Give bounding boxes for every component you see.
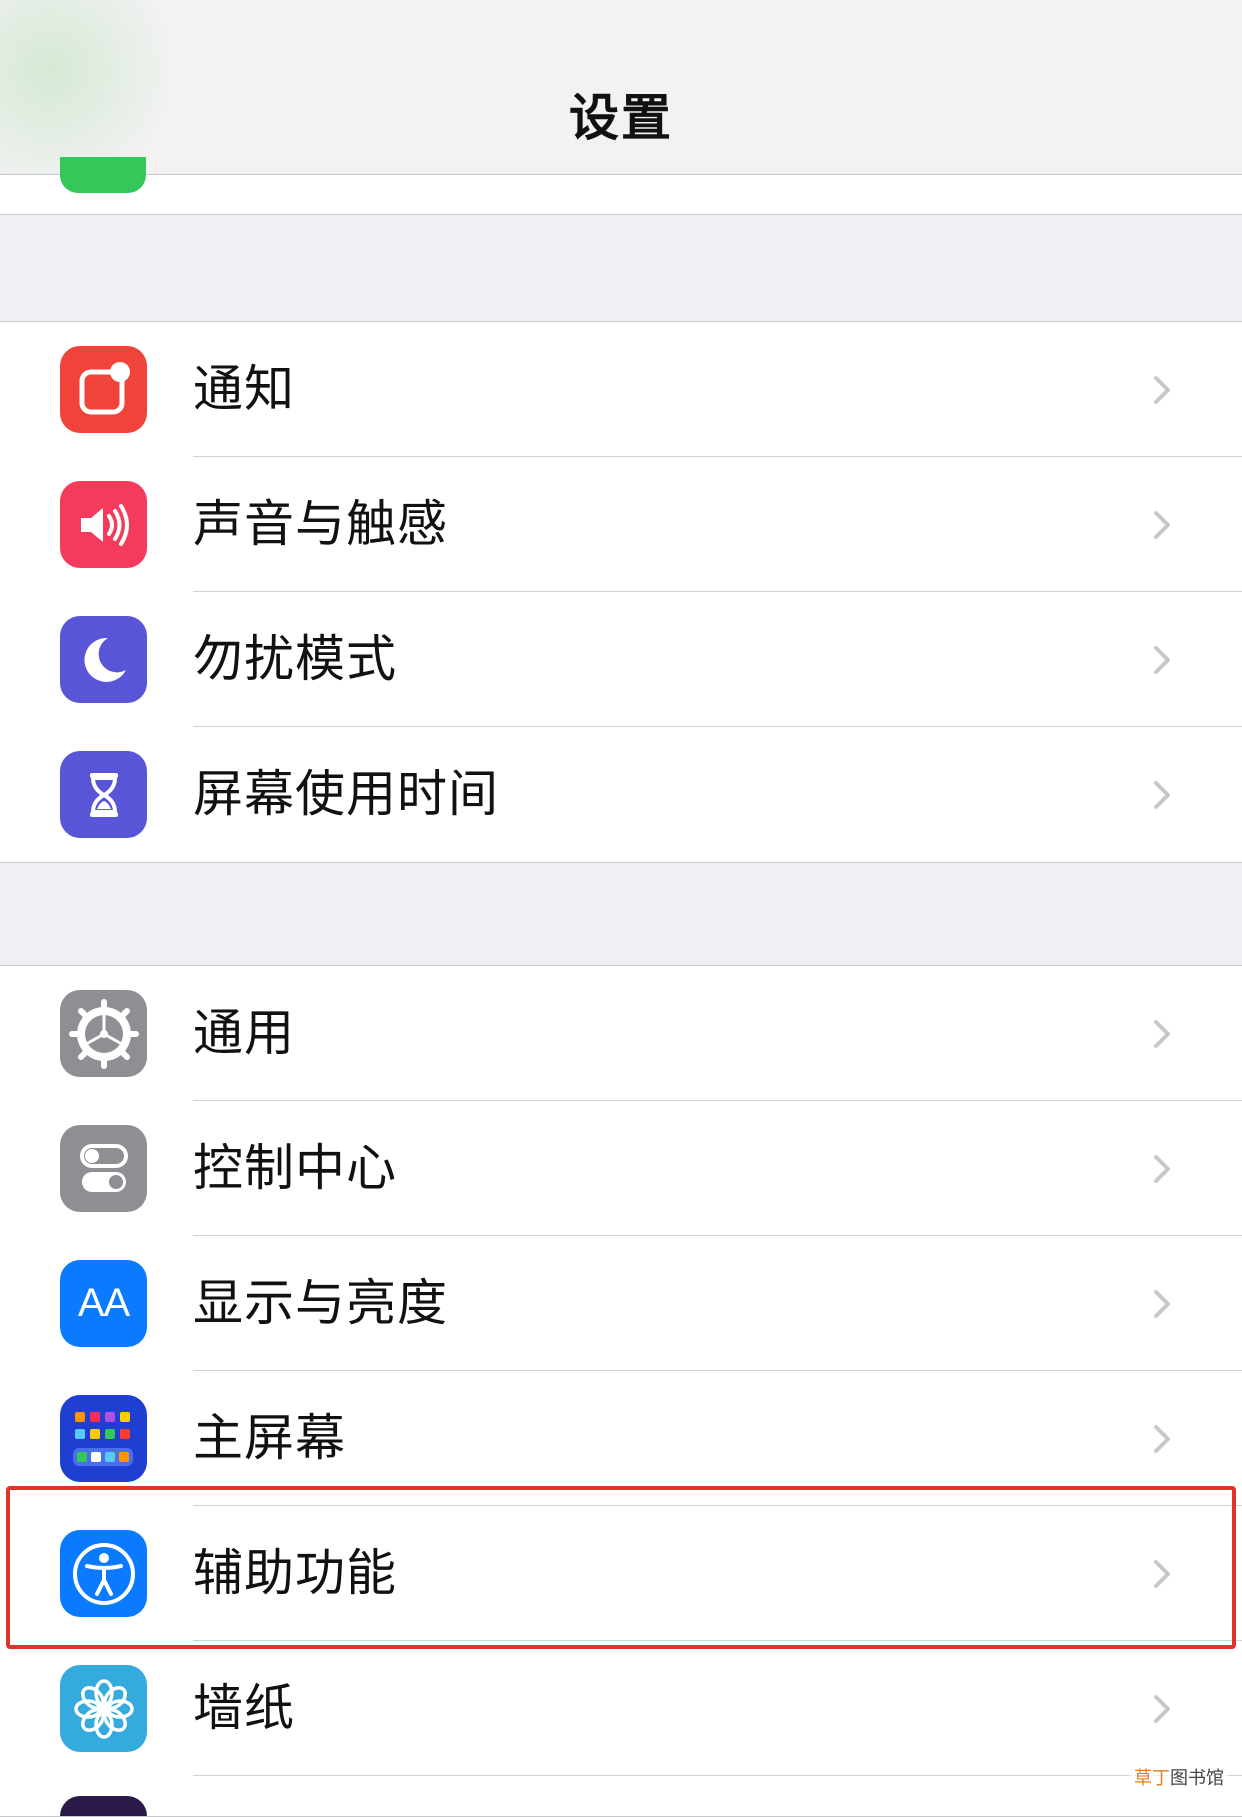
- text-size-icon: AA: [60, 1260, 147, 1347]
- settings-group-2: 通用 控制中心 AA 显示与亮度 主屏幕 辅助功能 墙纸: [0, 965, 1242, 1817]
- watermark: 草丁图书馆: [1130, 1762, 1228, 1792]
- partial-settings-row-bottom[interactable]: [0, 1776, 1242, 1816]
- settings-row-label: 主屏幕: [193, 1409, 346, 1467]
- hourglass-icon: [60, 751, 147, 838]
- toggles-icon: [60, 1125, 147, 1212]
- chevron-right-icon: [1154, 646, 1170, 674]
- settings-row-label: 勿扰模式: [193, 630, 397, 688]
- navigation-bar: 设置: [0, 0, 1242, 175]
- settings-row-label: 通知: [193, 360, 295, 418]
- chevron-right-icon: [1154, 1155, 1170, 1183]
- settings-row-label: 通用: [193, 1004, 295, 1062]
- text-size-glyph: AA: [77, 1281, 130, 1325]
- flower-icon: [60, 1665, 147, 1752]
- speaker-icon: [60, 481, 147, 568]
- page-title: 设置: [569, 89, 673, 147]
- partial-settings-row[interactable]: [0, 157, 1242, 215]
- chevron-right-icon: [1154, 781, 1170, 809]
- settings-row-screen-time[interactable]: 屏幕使用时间: [0, 727, 1242, 862]
- chevron-right-icon: [1154, 376, 1170, 404]
- settings-row-home-screen[interactable]: 主屏幕: [0, 1371, 1242, 1506]
- partial-app-icon-bottom: [60, 1796, 147, 1816]
- settings-row-notifications[interactable]: 通知: [0, 322, 1242, 457]
- notifications-icon: [60, 346, 147, 433]
- home-screen-grid-icon: [60, 1395, 147, 1482]
- settings-row-control-center[interactable]: 控制中心: [0, 1101, 1242, 1236]
- partial-app-icon: [60, 157, 146, 193]
- watermark-part-1: 草丁: [1134, 1768, 1170, 1789]
- settings-row-label: 墙纸: [193, 1679, 295, 1737]
- settings-group-1: 通知 声音与触感 勿扰模式 屏幕使用时间: [0, 321, 1242, 863]
- settings-row-display[interactable]: AA 显示与亮度: [0, 1236, 1242, 1371]
- chevron-right-icon: [1154, 511, 1170, 539]
- settings-row-do-not-disturb[interactable]: 勿扰模式: [0, 592, 1242, 727]
- gear-icon: [60, 990, 147, 1077]
- settings-row-wallpaper[interactable]: 墙纸: [0, 1641, 1242, 1776]
- settings-row-label: 控制中心: [193, 1139, 397, 1197]
- accessibility-icon: [60, 1530, 147, 1617]
- chevron-right-icon: [1154, 1560, 1170, 1588]
- chevron-right-icon: [1154, 1020, 1170, 1048]
- settings-row-general[interactable]: 通用: [0, 966, 1242, 1101]
- watermark-part-2: 图书馆: [1170, 1768, 1224, 1789]
- settings-row-label: 显示与亮度: [193, 1274, 448, 1332]
- settings-row-label: 辅助功能: [193, 1544, 397, 1602]
- chevron-right-icon: [1154, 1290, 1170, 1318]
- chevron-right-icon: [1154, 1425, 1170, 1453]
- settings-row-accessibility[interactable]: 辅助功能: [0, 1506, 1242, 1641]
- settings-row-label: 屏幕使用时间: [193, 765, 499, 823]
- settings-row-sounds[interactable]: 声音与触感: [0, 457, 1242, 592]
- moon-icon: [60, 616, 147, 703]
- chevron-right-icon: [1154, 1695, 1170, 1723]
- settings-row-label: 声音与触感: [193, 495, 448, 553]
